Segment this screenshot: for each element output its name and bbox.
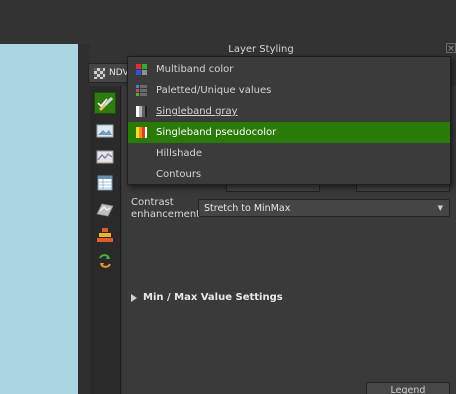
- layer-selector-button[interactable]: NDV: [88, 63, 132, 83]
- panel-title: Layer Styling: [228, 44, 294, 55]
- pyramid-icon[interactable]: [94, 224, 116, 246]
- renderer-option-label: Multiband color: [156, 64, 234, 75]
- pseudocolor-icon: [136, 127, 147, 138]
- renderer-option-pseudocolor[interactable]: Singleband pseudocolor: [128, 122, 450, 143]
- blank-icon: [135, 168, 148, 181]
- top-bar: [0, 0, 456, 44]
- panel-splitter[interactable]: [78, 44, 90, 394]
- style-toolbar: [90, 86, 121, 394]
- blank-icon: [135, 147, 148, 160]
- contrast-enhancement-select[interactable]: Stretch to MinMax ▼: [198, 199, 450, 217]
- contrast-enhancement-value: Stretch to MinMax: [204, 202, 291, 214]
- paintbrush-icon[interactable]: [94, 92, 116, 114]
- terrain-icon[interactable]: [94, 198, 116, 220]
- table-icon[interactable]: [94, 172, 116, 194]
- renderer-option-label: Hillshade: [156, 148, 203, 159]
- band-field-left[interactable]: [226, 184, 320, 192]
- layer-selector-label: NDV: [109, 68, 129, 78]
- chevron-down-icon: ▼: [437, 204, 443, 212]
- paletted-icon: [136, 85, 147, 96]
- expand-triangle-icon: [131, 293, 137, 302]
- undo-arrows-icon[interactable]: [94, 250, 116, 272]
- raster-image-icon[interactable]: [94, 120, 116, 142]
- renderer-option-label: Contours: [156, 169, 202, 180]
- minmax-settings-toggle[interactable]: Min / Max Value Settings: [131, 292, 283, 303]
- contrast-enhancement-label: Contrast enhancement: [131, 197, 201, 220]
- checker-icon: [94, 67, 105, 79]
- renderer-option-singleband-gray[interactable]: Singleband gray: [128, 101, 450, 122]
- renderer-option-label: Paletted/Unique values: [156, 85, 272, 96]
- band-field-right[interactable]: [356, 184, 450, 192]
- renderer-dropdown-menu: Multiband color Paletted/Unique values S…: [127, 56, 451, 185]
- renderer-option-label: Singleband pseudocolor: [156, 127, 277, 138]
- renderer-option-contours[interactable]: Contours: [128, 164, 450, 185]
- histogram-icon[interactable]: [94, 146, 116, 168]
- minmax-settings-label: Min / Max Value Settings: [143, 292, 283, 303]
- legend-settings-button[interactable]: Legend Settings...: [366, 382, 450, 394]
- renderer-option-hillshade[interactable]: Hillshade: [128, 143, 450, 164]
- renderer-option-paletted[interactable]: Paletted/Unique values: [128, 80, 450, 101]
- close-icon[interactable]: ×: [446, 43, 456, 54]
- renderer-option-multiband[interactable]: Multiband color: [128, 59, 450, 80]
- multiband-icon: [136, 64, 147, 75]
- singleband-gray-icon: [136, 106, 147, 117]
- renderer-option-label: Singleband gray: [156, 106, 238, 117]
- map-canvas[interactable]: [0, 44, 78, 394]
